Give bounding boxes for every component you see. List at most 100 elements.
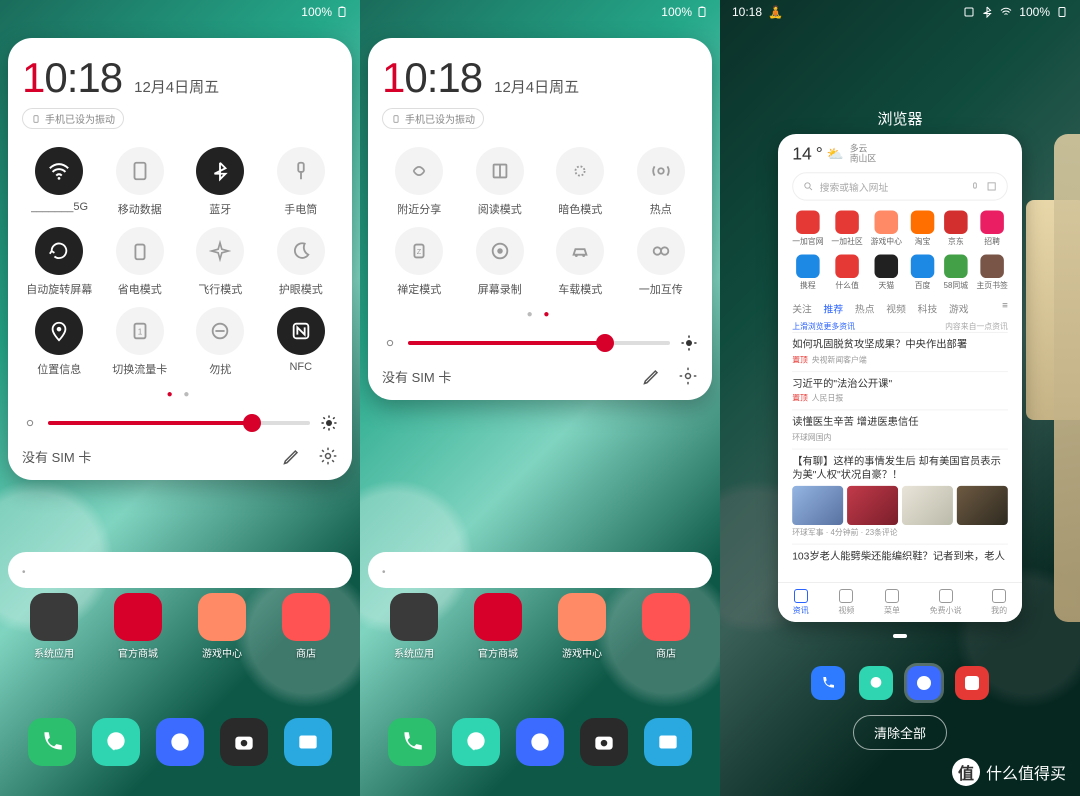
page-indicator[interactable]: ● ● [22, 389, 338, 400]
dock-messages[interactable] [92, 718, 140, 766]
bnav-item[interactable]: 视频 [838, 589, 854, 616]
qs-tile-plane[interactable]: 飞行模式 [183, 227, 258, 297]
qs-tile-sim[interactable]: 移动数据 [103, 147, 178, 217]
dock-gallery[interactable] [644, 718, 692, 766]
qs-tile-flash[interactable]: 手电筒 [264, 147, 339, 217]
home-app[interactable]: 游戏中心 [558, 593, 606, 660]
qs-tile-location[interactable]: 位置信息 [22, 307, 97, 377]
camera-icon [591, 729, 617, 755]
clear-all-button[interactable]: 清除全部 [853, 715, 947, 750]
feed-tab[interactable]: 游戏 [949, 301, 969, 316]
vibration-chip[interactable]: 手机已设为振动 [22, 108, 124, 129]
clock: 10:18 [382, 54, 482, 102]
feed-tab[interactable]: 关注 [792, 301, 812, 316]
qs-tile-battery[interactable]: 省电模式 [103, 227, 178, 297]
news-item[interactable]: 习近平的"法治公开课"置顶人民日报 [792, 371, 1008, 410]
feed-tab[interactable]: 科技 [918, 301, 938, 316]
qs-tile-wifi[interactable]: _______5G [22, 147, 97, 217]
bnav-item[interactable]: 资讯 [793, 589, 809, 616]
bookmark-item[interactable]: 淘宝 [910, 210, 935, 246]
bookmark-item[interactable]: 京东 [943, 210, 968, 246]
date-text: 12月4日周五 [134, 76, 219, 97]
phone-icon [399, 729, 425, 755]
news-item[interactable]: 读懂医生辛苦 增进医患信任环球网国内 [792, 410, 1008, 449]
bookmark-item[interactable]: 天猫 [871, 255, 902, 291]
news-item[interactable]: 如何巩固脱贫攻坚成果？中央作出部署置顶央视新闻客户端 [792, 332, 1008, 371]
home-app[interactable]: 系统应用 [390, 593, 438, 660]
bookmark-item[interactable]: 游戏中心 [871, 210, 902, 246]
qs-tile-moon[interactable]: 护眼模式 [264, 227, 339, 297]
feed-tabs[interactable]: 关注推荐热点视频科技游戏 ≡ [792, 301, 1008, 316]
brightness-slider[interactable] [382, 334, 698, 352]
bookmark-item[interactable]: 一加官网 [792, 210, 823, 246]
qs-tile-book[interactable]: 阅读模式 [463, 147, 538, 217]
feed-tab[interactable]: 热点 [855, 301, 875, 316]
qs-tile-zen[interactable]: Z禅定模式 [382, 227, 457, 297]
vibrate-icon [31, 114, 41, 124]
dock-phone[interactable] [388, 718, 436, 766]
qs-tile-record[interactable]: 屏幕录制 [463, 227, 538, 297]
dock-browser[interactable] [156, 718, 204, 766]
qs-tile-share[interactable]: 附近分享 [382, 147, 457, 217]
news-item[interactable]: 【有聊】这样的事情发生后 却有美国官员表示为美"人权"状况自豪？！环球军事 · … [792, 449, 1008, 544]
mic-icon[interactable] [970, 181, 981, 192]
mini-browser-icon[interactable] [907, 666, 941, 700]
mini-store-icon[interactable] [955, 666, 989, 700]
notification-bar[interactable] [8, 552, 352, 588]
bnav-item[interactable]: 我的 [991, 589, 1007, 616]
home-app[interactable]: 官方商城 [474, 593, 522, 660]
home-app[interactable]: 系统应用 [30, 593, 78, 660]
bookmark-item[interactable]: 主页书签 [976, 255, 1007, 291]
bookmark-item[interactable]: 什么值 [831, 255, 862, 291]
home-app[interactable]: 商店 [642, 593, 690, 660]
mini-message-icon[interactable] [859, 666, 893, 700]
mini-phone-icon[interactable] [811, 666, 845, 700]
qs-tile-beam[interactable]: 一加互传 [624, 227, 699, 297]
qs-tile-dark[interactable]: 暗色模式 [543, 147, 618, 217]
home-app[interactable]: 游戏中心 [198, 593, 246, 660]
home-row: 系统应用官方商城游戏中心商店 [360, 593, 720, 660]
qs-tile-rotate[interactable]: 自动旋转屏幕 [22, 227, 97, 297]
search-box[interactable]: 搜索或输入网址 [792, 172, 1008, 200]
feed-tab[interactable]: 推荐 [824, 301, 844, 316]
brightness-slider[interactable] [22, 414, 338, 432]
dock-camera[interactable] [580, 718, 628, 766]
dock-browser[interactable] [516, 718, 564, 766]
settings-icon[interactable] [318, 446, 338, 466]
recent-card-browser[interactable]: 14°⛅ 多云南山区 搜索或输入网址 一加官网一加社区游戏中心淘宝京东招聘携程什… [778, 134, 1022, 622]
bnav-item[interactable]: 菜单 [884, 589, 900, 616]
dock-gallery[interactable] [284, 718, 332, 766]
dock-messages[interactable] [452, 718, 500, 766]
qs-tile-dnd[interactable]: 勿扰 [183, 307, 258, 377]
recent-card-next[interactable] [1054, 134, 1080, 622]
qs-tile-simswap[interactable]: 1切换流量卡 [103, 307, 178, 377]
bookmark-item[interactable]: 一加社区 [831, 210, 862, 246]
qs-tile-bluetooth[interactable]: 蓝牙 [183, 147, 258, 217]
scan-icon[interactable] [986, 181, 997, 192]
settings-icon[interactable] [678, 366, 698, 386]
bluetooth-status-icon [981, 6, 993, 18]
news-item[interactable]: 103岁老人能劈柴还能编织鞋？记者到来，老人 [792, 544, 1008, 572]
home-app[interactable]: 商店 [282, 593, 330, 660]
qs-tile-hotspot[interactable]: 热点 [624, 147, 699, 217]
notification-bar[interactable] [368, 552, 712, 588]
home-app[interactable]: 官方商城 [114, 593, 162, 660]
bookmark-item[interactable]: 携程 [792, 255, 823, 291]
vibration-chip[interactable]: 手机已设为振动 [382, 108, 484, 129]
bookmark-item[interactable]: 58同城 [943, 255, 968, 291]
page-indicator[interactable]: ● ● [382, 309, 698, 320]
feed-menu-icon[interactable]: ≡ [1002, 301, 1008, 316]
qs-tile-car[interactable]: 车载模式 [543, 227, 618, 297]
edit-icon[interactable] [642, 366, 662, 386]
dock-phone[interactable] [28, 718, 76, 766]
dock-camera[interactable] [220, 718, 268, 766]
browser-bottom-nav[interactable]: 资讯 视频 菜单 免费小说 我的 [778, 582, 1022, 622]
bookmark-item[interactable]: 招聘 [976, 210, 1007, 246]
dark-icon [569, 160, 591, 182]
edit-icon[interactable] [282, 446, 302, 466]
car-icon [569, 240, 591, 262]
bnav-item[interactable]: 免费小说 [930, 589, 962, 616]
qs-tile-nfc[interactable]: NFC [264, 307, 339, 377]
bookmark-item[interactable]: 百度 [910, 255, 935, 291]
feed-tab[interactable]: 视频 [886, 301, 906, 316]
